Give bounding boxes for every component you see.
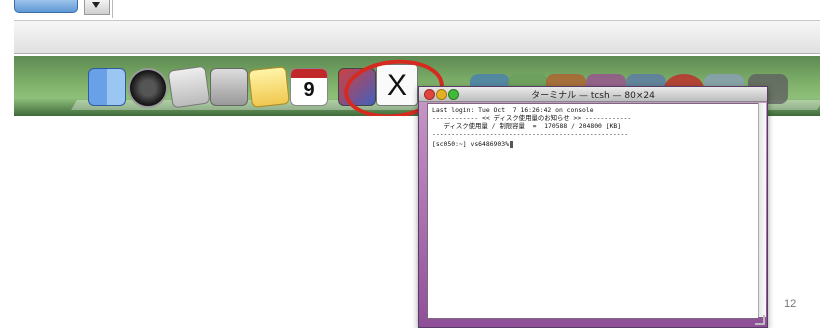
terminal-title: ターミナル — tcsh — 80×24 [531,91,655,101]
terminal-titlebar[interactable]: ターミナル — tcsh — 80×24 [419,87,767,102]
terminal-prompt-line: [sc050:~] vs6486903% [432,140,513,148]
terminal-line: ディスク使用量 / 制限容量 = 170588 / 204800 [KB] [432,122,622,130]
calculator-icon[interactable] [210,68,248,106]
window-toolbar-strip [14,20,820,54]
terminal-window: ターミナル — tcsh — 80×24 Last login: Tue Oct… [418,86,768,328]
terminal-line: Last login: Tue Oct 7 16:26:42 on consol… [432,106,594,114]
terminal-scrollbar[interactable] [758,103,766,317]
chevron-down-icon [92,2,100,8]
text-cursor [509,140,513,148]
dashboard-icon[interactable] [128,68,168,108]
finder-icon[interactable] [88,68,126,106]
resize-handle-icon[interactable] [755,315,765,325]
dropdown-arrow-button[interactable] [84,0,110,15]
terminal-prompt: [sc050:~] vs6486903% [432,140,509,148]
toolbar-blue-button[interactable] [14,0,78,13]
notes-icon[interactable] [248,66,290,108]
divider [112,0,113,18]
terminal-line: ----------------------------------------… [432,130,629,138]
ical-header-band [291,69,327,78]
calendar-day: 9 [303,79,315,101]
preview-icon[interactable] [167,65,211,109]
terminal-line: ------------ << ディスク使用量のお知らせ >> --------… [432,114,632,122]
background-window-top [0,0,820,58]
ical-icon[interactable]: 9 [290,68,328,106]
terminal-content[interactable]: Last login: Tue Oct 7 16:26:42 on consol… [427,103,759,319]
page-number: 12 [784,298,797,310]
